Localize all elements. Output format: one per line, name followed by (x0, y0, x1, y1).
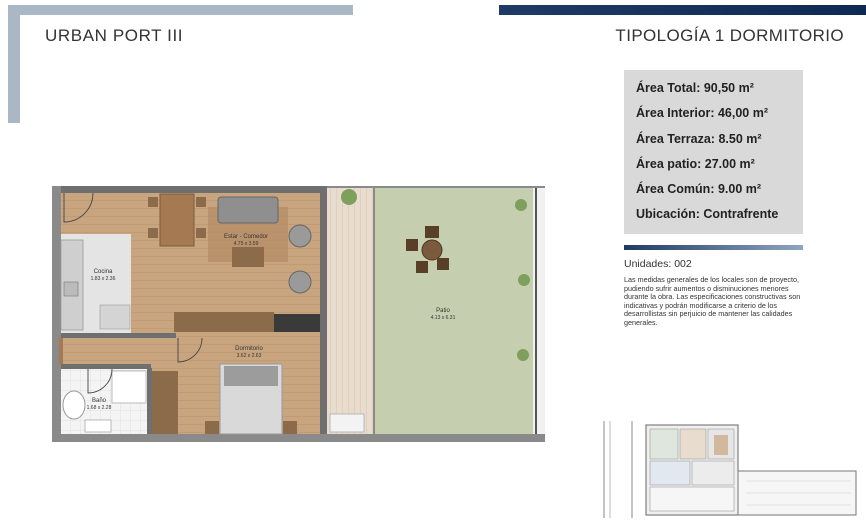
nightstand (283, 421, 297, 434)
patio-chair (416, 261, 428, 273)
floor-plan: Estar - Comedor 4.75 x 3.59 Cocina 1.83 … (52, 186, 545, 442)
room-name-patio: Patio (436, 308, 450, 314)
armchair (288, 224, 312, 248)
terrace-deck (327, 188, 373, 434)
wall-kitchen-bed (61, 333, 176, 338)
wardrobe (174, 312, 274, 332)
terrace-planter (329, 413, 365, 433)
typology-title: TIPOLOGÍA 1 DORMITORIO (615, 26, 844, 45)
wall-top (61, 186, 323, 193)
area-comun: Área Común: 9.00 m² (636, 182, 762, 196)
bedroom-closet (152, 371, 178, 434)
room-dims-bedroom: 3.62 x 2.63 (237, 353, 262, 359)
room-dims-patio: 4.13 x 6.31 (431, 315, 456, 321)
shower (111, 370, 147, 404)
site-plan-thumbnail (596, 421, 858, 518)
nightstand (205, 421, 219, 434)
plant (517, 349, 529, 361)
room-name-bath: Baño (92, 398, 107, 404)
disclaimer-notes: Las medidas generales de los locales son… (624, 275, 801, 327)
room-dims-bath: 1.68 x 2.28 (87, 405, 112, 411)
patio-chair (425, 226, 439, 238)
patio-edge (533, 188, 545, 434)
room-name-bedroom: Dormitorio (235, 346, 263, 352)
room-name-living: Estar - Comedor (224, 234, 268, 240)
patio-chair (406, 239, 418, 251)
patio-table (421, 239, 443, 261)
area-total: Área Total: 90,50 m² (636, 81, 754, 95)
divider-bar (624, 245, 803, 250)
plant (341, 189, 357, 205)
wall-terrace (320, 186, 327, 434)
area-interior: Área Interior: 46,00 m² (636, 106, 768, 120)
area-terraza: Área Terraza: 8.50 m² (636, 132, 762, 146)
patio-grass (375, 188, 533, 434)
wall-bath-top (61, 364, 151, 369)
coffee-table (232, 247, 264, 267)
pillows (224, 366, 278, 386)
room-name-kitchen: Cocina (94, 269, 113, 275)
room-dims-living: 4.75 x 3.59 (234, 241, 259, 247)
plant (515, 199, 527, 211)
room-dims-kitchen: 1.83 x 2.36 (91, 276, 116, 282)
ubicacion: Ubicación: Contrafrente (636, 207, 779, 221)
vanity (84, 419, 112, 433)
kitchen-sink (63, 281, 79, 297)
wall-bath (147, 368, 152, 434)
chair (148, 228, 158, 238)
areas-panel: Área Total: 90,50 m² Área Interior: 46,0… (624, 70, 803, 234)
plant (518, 274, 530, 286)
area-patio: Área patio: 27.00 m² (636, 157, 755, 171)
fridge (99, 304, 131, 330)
chair (148, 197, 158, 207)
sofa (217, 196, 279, 224)
toilet (62, 390, 86, 420)
armchair (288, 270, 312, 294)
patio-chair (437, 258, 449, 270)
tv-unit (274, 314, 320, 332)
chair (196, 228, 206, 238)
units-label: Unidades: 002 (624, 258, 692, 270)
dining-table (159, 193, 195, 247)
chair (196, 197, 206, 207)
